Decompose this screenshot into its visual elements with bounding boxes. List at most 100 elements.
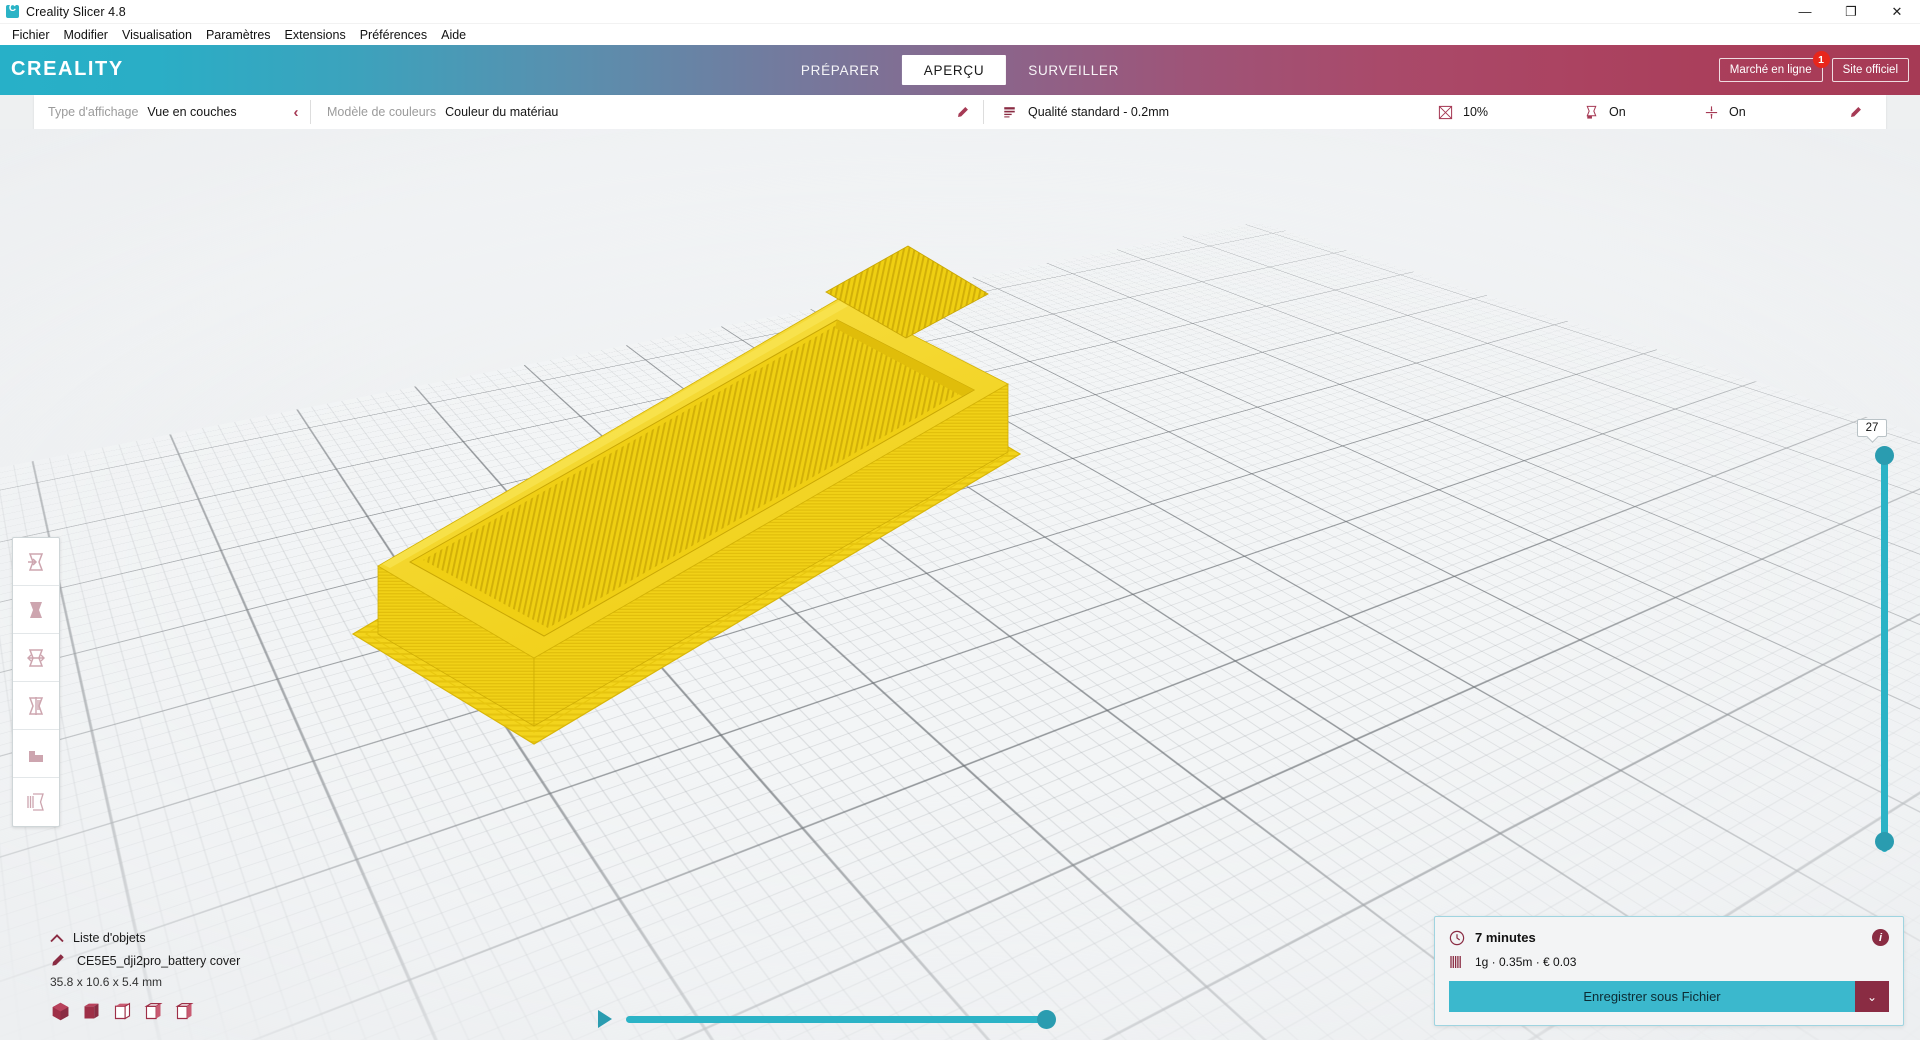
support-blocker-icon [27,793,44,811]
object-dimensions: 35.8 x 10.6 x 5.4 mm [50,975,163,989]
object-list-item[interactable]: CE5E5_dji2pro_battery cover [50,953,380,968]
color-scheme-value: Couleur du matériau [445,105,559,119]
simulation-slider-bar [598,1009,1056,1029]
scale-tool-button[interactable] [13,586,59,634]
layer-slider[interactable]: 27 [1857,419,1906,864]
view-right-icon[interactable] [174,1001,195,1022]
menu-bar: Fichier Modifier Visualisation Paramètre… [0,24,1920,45]
save-actions: Enregistrer sous Fichier ⌄ [1449,981,1889,1012]
layer-slider-handle-lower[interactable] [1875,832,1894,851]
layer-height-icon [1004,107,1015,118]
simulation-slider-handle[interactable] [1037,1009,1056,1029]
menu-parametres[interactable]: Paramètres [199,26,278,44]
minimize-button[interactable]: — [1782,0,1828,24]
simulation-slider-track[interactable] [626,1009,1056,1029]
layer-slider-handle-upper[interactable] [1875,446,1894,465]
mirror-icon [28,696,44,715]
marketplace-badge: 1 [1812,51,1830,68]
title-bar: Creality Slicer 4.8 — ❐ ✕ [0,0,1920,24]
view-type-value: Vue en couches [147,105,237,119]
app-header: CREALITY PRÉPARER APERÇU SURVEILLER Marc… [0,45,1920,95]
3d-viewport[interactable]: Liste d'objets CE5E5_dji2pro_battery cov… [0,129,1920,1040]
print-profile-value: Qualité standard - 0.2mm [1028,105,1170,119]
infill-icon [1438,105,1453,119]
left-toolbar [12,537,60,827]
main-tabs: PRÉPARER APERÇU SURVEILLER [779,45,1141,95]
info-icon[interactable]: i [1872,929,1889,946]
clock-icon [1449,930,1465,945]
menu-visualisation[interactable]: Visualisation [115,26,199,44]
chevron-up-icon [50,933,64,942]
support-blocker-button[interactable] [13,778,59,826]
tab-surveiller[interactable]: SURVEILLER [1006,45,1141,95]
scale-icon [30,601,42,618]
color-scheme-label: Modèle de couleurs [327,105,437,119]
object-name: CE5E5_dji2pro_battery cover [77,953,241,968]
header-actions: Marché en ligne 1 Site officiel [1718,45,1909,95]
infill-value: 10% [1463,105,1489,119]
view-type-label: Type d'affichage [48,105,139,119]
rotate-tool-button[interactable] [13,634,59,682]
marketplace-button[interactable]: Marché en ligne 1 [1718,51,1830,82]
move-tool-button[interactable] [13,538,59,586]
chevron-left-icon: ‹ [293,103,299,121]
tab-apercu[interactable]: APERÇU [901,55,1007,85]
view-type-selector[interactable]: Type d'affichage Vue en couches [34,95,282,129]
save-options-dropdown-button[interactable]: ⌄ [1855,981,1889,1012]
menu-extensions[interactable]: Extensions [278,26,353,44]
save-to-file-button[interactable]: Enregistrer sous Fichier [1449,981,1855,1012]
edit-print-settings-button[interactable] [1824,95,1886,129]
menu-aide[interactable]: Aide [434,26,473,44]
maximize-button[interactable]: ❐ [1828,0,1874,24]
print-profile-selector[interactable]: Qualité standard - 0.2mm [984,95,1414,129]
view-front-icon[interactable] [81,1001,102,1022]
filament-icon [1450,956,1461,968]
adhesion-value: On [1729,105,1746,119]
adhesion-icon [1705,105,1718,119]
layer-slider-value: 27 [1857,419,1887,437]
per-model-settings-button[interactable] [13,730,59,778]
marketplace-label: Marché en ligne [1729,64,1812,76]
support-icon [1586,105,1597,119]
material-row: 1g · 0.35m · € 0.03 [1449,955,1889,969]
support-indicator[interactable]: On [1584,95,1704,129]
print-info-panel: 7 minutes i 1g · 0.35m · € 0.03 Enregist… [1434,916,1904,1026]
settings-bar: Type d'affichage Vue en couches ‹ Modèle… [34,95,1886,129]
pencil-icon [957,106,968,117]
print-time-row: 7 minutes i [1449,929,1889,946]
creality-brand-logo: CREALITY [11,58,124,80]
material-value: 1g · 0.35m · € 0.03 [1475,955,1577,969]
object-list-header[interactable]: Liste d'objets [50,931,380,945]
menu-modifier[interactable]: Modifier [57,26,115,44]
color-scheme-selector[interactable]: Modèle de couleurs Couleur du matériau [311,95,941,129]
layer-slider-track[interactable] [1881,452,1888,852]
window-controls: — ❐ ✕ [1782,0,1920,24]
pencil-icon [52,954,64,966]
rotate-icon [27,648,45,667]
view-3d-icon[interactable] [50,1001,71,1022]
infill-indicator[interactable]: 10% [1414,95,1584,129]
collapse-view-panel-button[interactable]: ‹ [282,95,310,129]
object-list-panel: Liste d'objets CE5E5_dji2pro_battery cov… [50,931,380,1022]
support-value: On [1609,105,1626,119]
object-list-label: Liste d'objets [73,931,146,945]
sliced-model-preview [348,245,1058,764]
menu-preferences[interactable]: Préférences [353,26,434,44]
official-site-button[interactable]: Site officiel [1831,58,1909,82]
menu-fichier[interactable]: Fichier [5,26,57,44]
per-model-settings-icon [29,750,43,762]
adhesion-indicator[interactable]: On [1704,95,1824,129]
app-logo-icon [6,3,19,18]
view-orientation-buttons [50,1001,380,1022]
play-icon[interactable] [598,1010,612,1028]
close-button[interactable]: ✕ [1874,0,1920,24]
slicer-app: Creality Slicer 4.8 — ❐ ✕ Fichier Modifi… [0,0,1920,1040]
edit-color-scheme-button[interactable] [941,95,983,129]
print-time-value: 7 minutes [1475,930,1536,945]
tab-preparer[interactable]: PRÉPARER [779,45,902,95]
view-top-icon[interactable] [112,1001,133,1022]
view-left-icon[interactable] [143,1001,164,1022]
move-icon [28,552,44,571]
window-title: Creality Slicer 4.8 [26,4,126,19]
mirror-tool-button[interactable] [13,682,59,730]
